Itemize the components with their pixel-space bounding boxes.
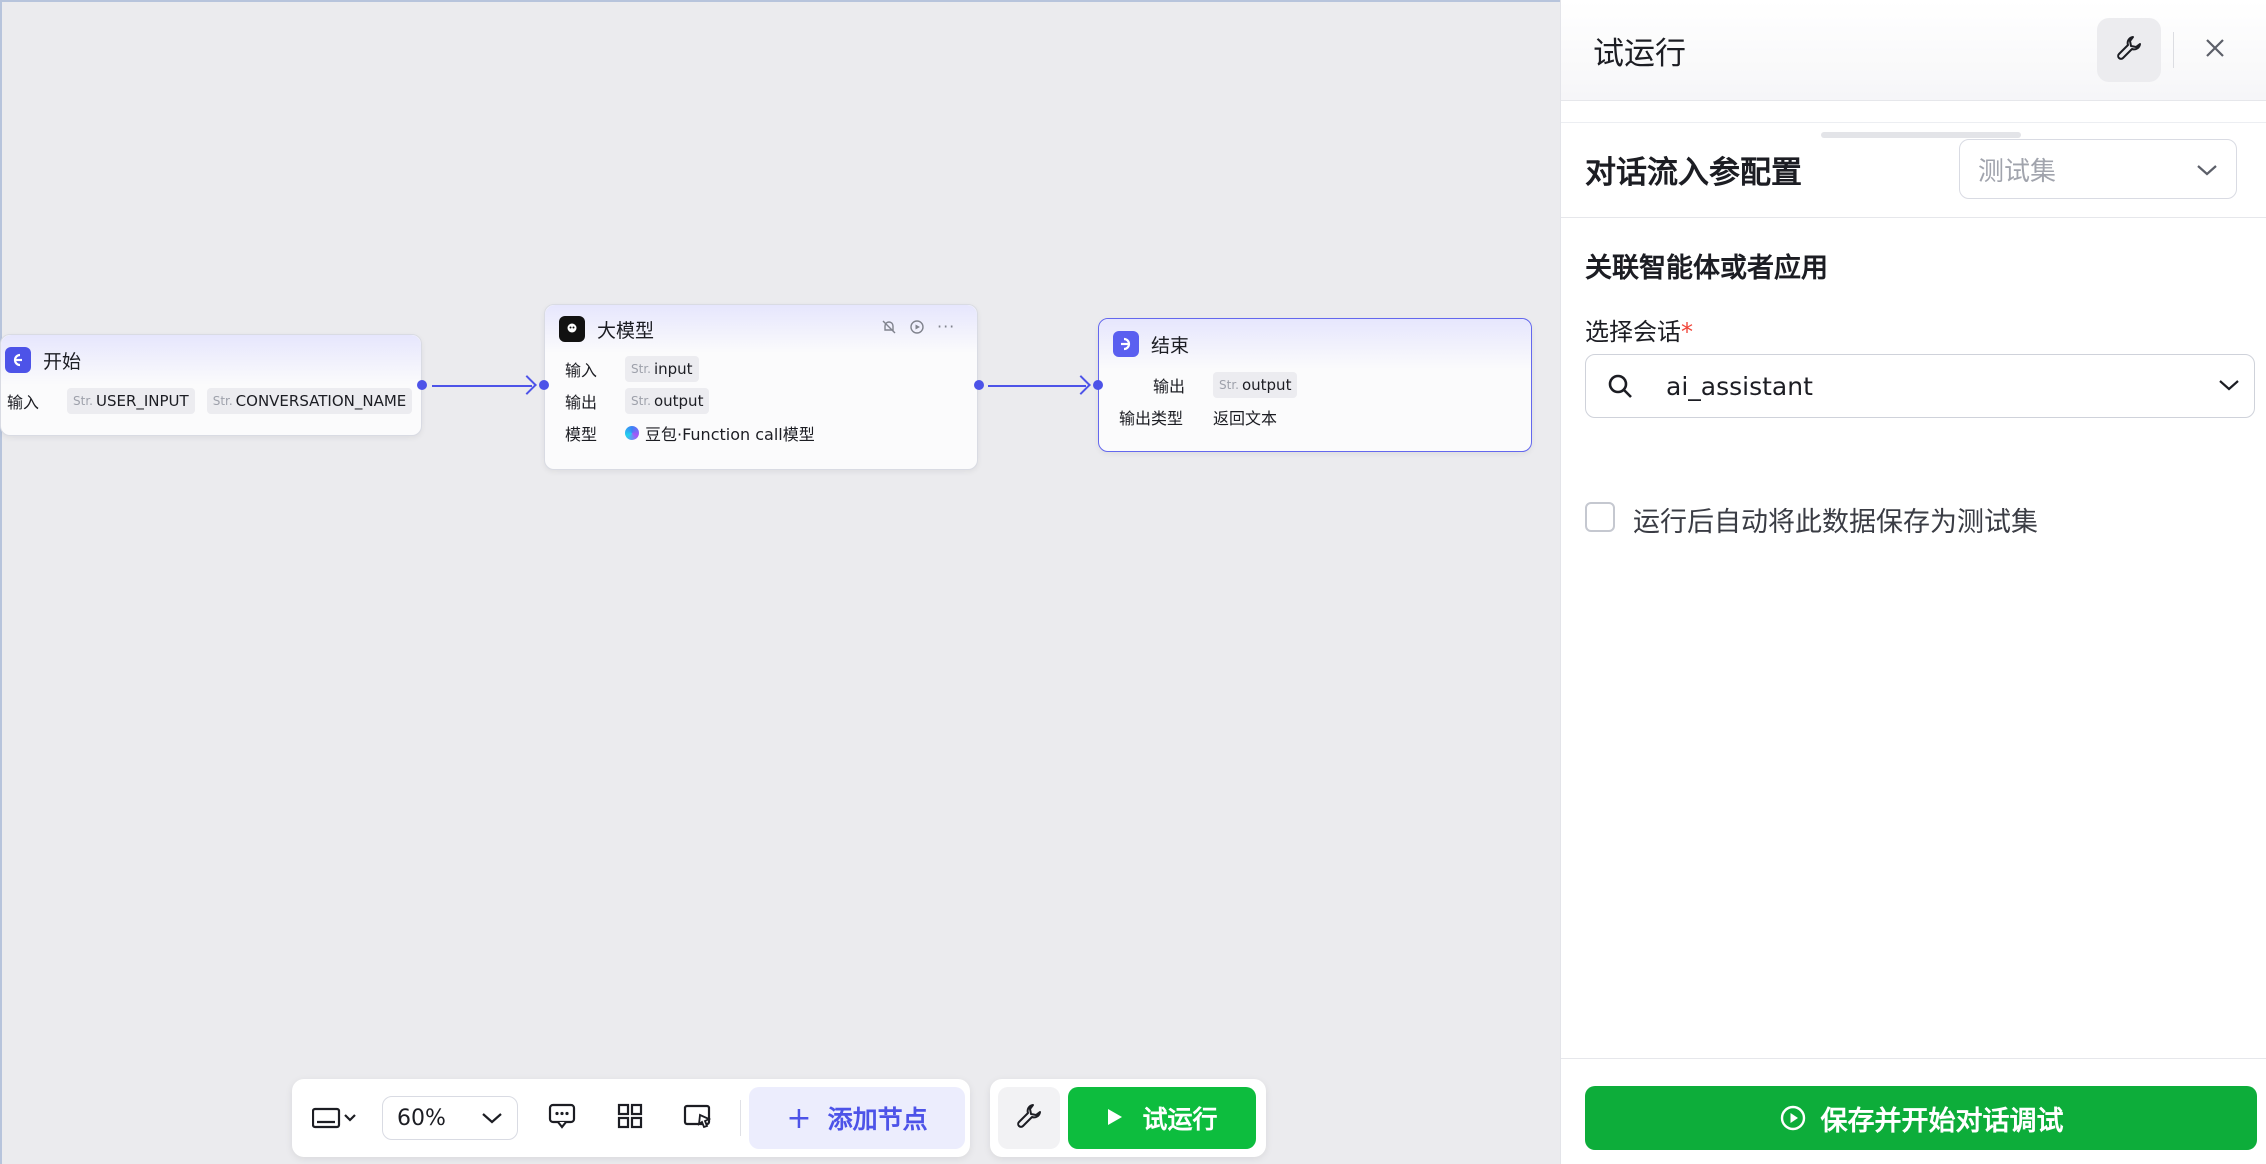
testset-select[interactable]: 测试集 xyxy=(1959,139,2237,199)
debug-settings-button[interactable] xyxy=(2097,18,2161,82)
llm-input-label: 输入 xyxy=(565,361,598,380)
comment-icon xyxy=(548,1103,576,1133)
save-and-start-button[interactable]: 保存并开始对话调试 xyxy=(1585,1086,2257,1150)
play-circle-icon xyxy=(1779,1104,1807,1132)
input-config-section: 对话流入参配置 测试集 xyxy=(1561,122,2266,218)
end-icon xyxy=(1113,331,1139,357)
session-select[interactable]: ai_assistant xyxy=(1585,354,2255,418)
start-tag-conversation-name: Str. CONVERSATION_NAME xyxy=(206,388,413,414)
zoom-value: 60% xyxy=(397,1105,446,1131)
plus-icon: + xyxy=(786,1100,812,1136)
end-output-tag: Str. output xyxy=(1213,372,1298,398)
llm-model-label: 模型 xyxy=(565,425,598,444)
screen-cursor-icon xyxy=(683,1103,713,1133)
edge-llm-to-end xyxy=(988,385,1086,387)
more-icon[interactable]: ··· xyxy=(937,317,955,336)
end-output-type-label: 输出类型 xyxy=(1119,409,1184,428)
end-output-type-value: 返回文本 xyxy=(1213,409,1278,428)
chevron-down-icon xyxy=(2196,154,2218,184)
search-icon xyxy=(1606,372,1634,400)
comment-button[interactable] xyxy=(528,1096,596,1140)
header-divider xyxy=(2173,32,2174,68)
end-node[interactable]: 结束 输出 Str. output 输出类型 返回文本 xyxy=(1098,318,1532,452)
start-node[interactable]: 开始 输入 Str. USER_INPUT Str. CONVERSATION_NA… xyxy=(0,334,422,436)
disable-bell-icon[interactable] xyxy=(881,319,897,339)
close-icon xyxy=(2204,37,2226,63)
debug-tools-button[interactable] xyxy=(998,1087,1060,1149)
end-node-title: 结束 xyxy=(1151,334,1190,357)
section-title: 对话流入参配置 xyxy=(1585,155,1802,191)
add-node-label: 添加节点 xyxy=(827,1105,928,1134)
add-node-button[interactable]: + 添加节点 xyxy=(749,1087,965,1149)
footer-divider xyxy=(1561,1058,2266,1059)
session-value: ai_assistant xyxy=(1666,371,1813,401)
auto-layout-button[interactable] xyxy=(596,1096,664,1140)
close-button[interactable] xyxy=(2183,18,2247,82)
run-toolbar: 试运行 xyxy=(990,1079,1266,1157)
testset-placeholder: 测试集 xyxy=(1978,156,2057,187)
canvas-toolbar: 60% + 添加节点 xyxy=(292,1079,970,1157)
grid-layout-icon xyxy=(617,1103,643,1133)
llm-node[interactable]: 大模型 ··· 输入 Str. input 输出 Str. output 模型 豆包… xyxy=(544,304,978,470)
llm-node-title: 大模型 xyxy=(597,319,655,342)
start-tag-user-input: Str. USER_INPUT xyxy=(67,388,195,414)
start-icon xyxy=(5,347,31,373)
link-title: 关联智能体或者应用 xyxy=(1585,253,1828,284)
auto-save-checkbox[interactable] xyxy=(1585,502,1615,532)
required-mark: * xyxy=(1681,318,1693,346)
llm-input-port[interactable] xyxy=(539,380,549,390)
wrench-icon xyxy=(1015,1102,1043,1134)
wrench-icon xyxy=(2115,34,2143,66)
end-output-label: 输出 xyxy=(1153,377,1186,396)
llm-icon xyxy=(559,316,585,342)
select-session-label: 选择会话* xyxy=(1585,318,1693,346)
panel-title: 试运行 xyxy=(1593,35,1686,72)
start-output-port[interactable] xyxy=(417,380,427,390)
llm-input-tag: Str. input xyxy=(625,356,699,382)
doubao-logo-icon xyxy=(625,426,639,440)
test-run-button[interactable]: 试运行 xyxy=(1068,1087,1256,1149)
test-run-panel: 试运行 对话流入参配置 测试集 关联智能体或者应用 选择会话* ai_assis… xyxy=(1560,0,2266,1164)
zoom-select[interactable]: 60% xyxy=(382,1096,518,1140)
play-icon xyxy=(1106,1104,1124,1133)
llm-output-port[interactable] xyxy=(974,380,984,390)
save-button-label: 保存并开始对话调试 xyxy=(1820,1105,2064,1137)
toolbar-divider xyxy=(740,1100,741,1136)
chevron-down-icon xyxy=(2218,377,2240,396)
layout-toggle-button[interactable] xyxy=(306,1096,362,1140)
run-node-icon[interactable] xyxy=(909,319,925,339)
panel-header: 试运行 xyxy=(1561,0,2266,101)
start-node-title: 开始 xyxy=(43,350,82,373)
test-run-label: 试运行 xyxy=(1142,1105,1218,1134)
llm-output-label: 输出 xyxy=(565,393,598,412)
llm-model-value: 豆包·Function call模型 xyxy=(645,425,815,444)
edge-start-to-llm xyxy=(432,385,532,387)
workflow-canvas[interactable]: 开始 输入 Str. USER_INPUT Str. CONVERSATION_NA… xyxy=(0,0,1560,1164)
chevron-down-icon xyxy=(481,1106,503,1131)
llm-output-tag: Str. output xyxy=(625,388,710,414)
start-input-label: 输入 xyxy=(7,393,40,412)
end-input-port[interactable] xyxy=(1093,380,1103,390)
auto-save-label: 运行后自动将此数据保存为测试集 xyxy=(1633,507,2038,538)
minimap-button[interactable] xyxy=(664,1096,732,1140)
